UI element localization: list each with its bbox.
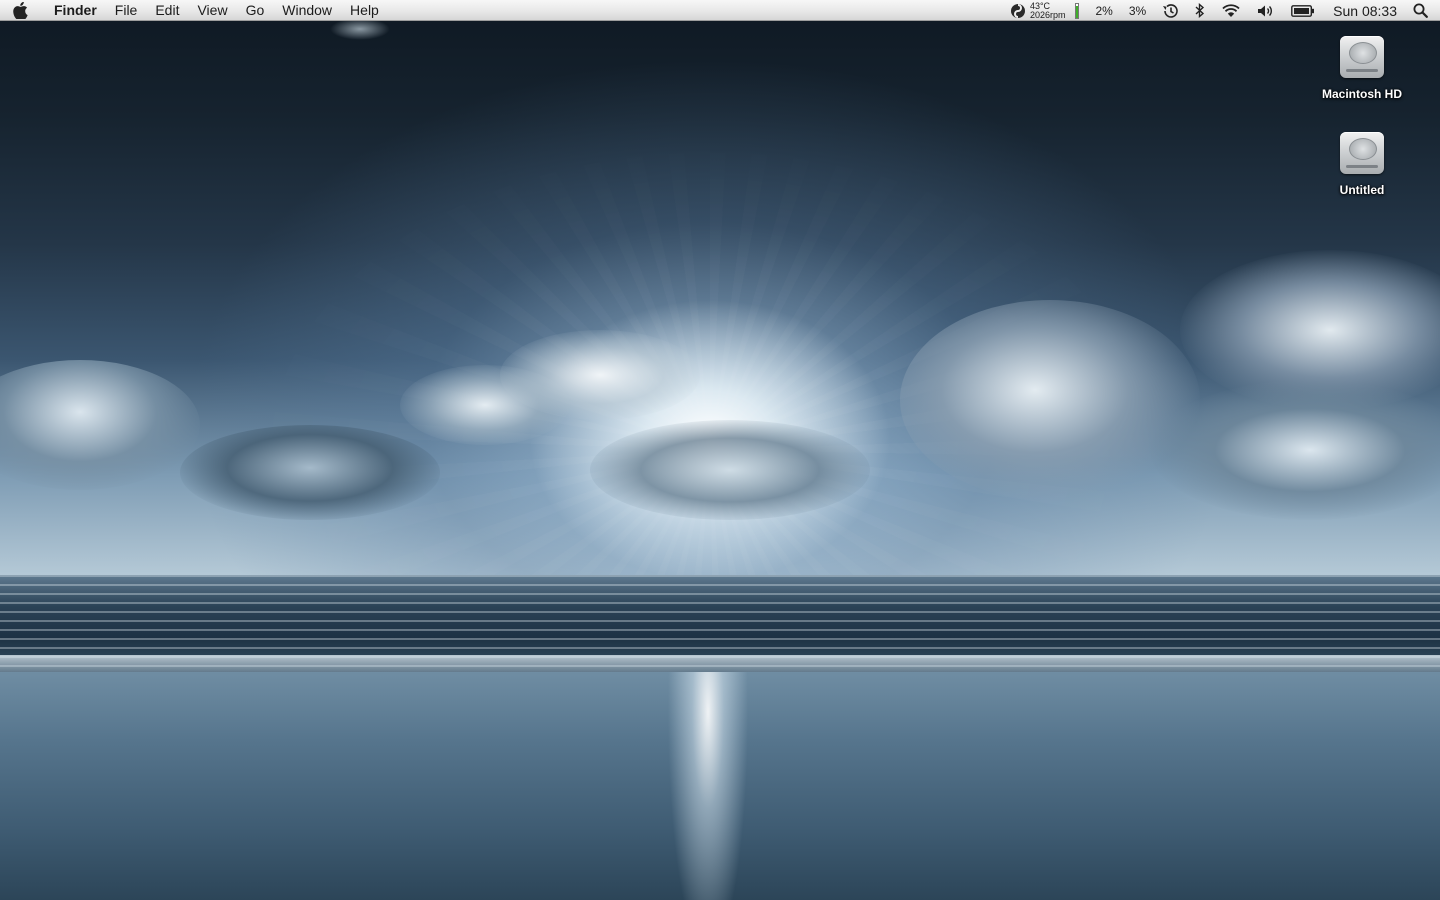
wallpaper-wet-sand (0, 672, 1440, 900)
drive-slot (1346, 165, 1378, 168)
fan-control-icon[interactable] (1004, 0, 1028, 21)
drive-platter (1349, 138, 1377, 160)
cloud (590, 420, 870, 520)
menu-bar-left: Finder File Edit View Go Window Help (0, 0, 388, 21)
wifi-icon[interactable] (1213, 0, 1249, 21)
menu-edit[interactable]: Edit (146, 0, 188, 21)
temperature-fan-readout[interactable]: 43°C 2026rpm (1028, 0, 1072, 21)
menu-go[interactable]: Go (237, 0, 274, 21)
cloud (330, 18, 390, 40)
cloud (180, 425, 440, 520)
drive-slot (1346, 69, 1378, 72)
menu-help[interactable]: Help (341, 0, 388, 21)
desktop-icon-label: Macintosh HD (1321, 87, 1402, 101)
bluetooth-icon[interactable] (1187, 0, 1213, 21)
desktop-icon-macintosh-hd[interactable]: Macintosh HD (1307, 36, 1417, 101)
desktop-icon-label: Untitled (1339, 183, 1385, 197)
hard-drive-icon (1340, 132, 1384, 174)
menu-bar: Finder File Edit View Go Window Help 43°… (0, 0, 1440, 21)
volume-icon[interactable] (1249, 0, 1283, 21)
memory-level-fill (1076, 5, 1079, 18)
hard-drive-icon (1340, 36, 1384, 78)
menu-app-finder[interactable]: Finder (40, 0, 106, 21)
desktop-wallpaper (0, 0, 1440, 900)
menu-view[interactable]: View (188, 0, 236, 21)
cpu-usage-1[interactable]: 2% (1087, 0, 1120, 21)
cloud (900, 300, 1200, 500)
desktop-icon-untitled[interactable]: Untitled (1307, 132, 1417, 197)
cloud (500, 330, 700, 420)
drive-platter (1349, 42, 1377, 64)
menu-window[interactable]: Window (273, 0, 341, 21)
cpu-usage-2[interactable]: 3% (1121, 0, 1154, 21)
memory-level-meter[interactable] (1075, 2, 1080, 19)
spotlight-search-icon[interactable] (1407, 0, 1440, 21)
apple-logo-icon[interactable] (0, 0, 40, 21)
menu-bar-clock[interactable]: Sun 08:33 (1323, 0, 1407, 21)
menu-file[interactable]: File (106, 0, 147, 21)
time-machine-icon[interactable] (1154, 0, 1187, 21)
battery-icon[interactable] (1283, 0, 1323, 21)
fan-speed-readout: 2026rpm (1029, 9, 1066, 20)
menu-bar-status-area: 43°C 2026rpm 2% 3% Sun 08:33 (1004, 0, 1440, 21)
